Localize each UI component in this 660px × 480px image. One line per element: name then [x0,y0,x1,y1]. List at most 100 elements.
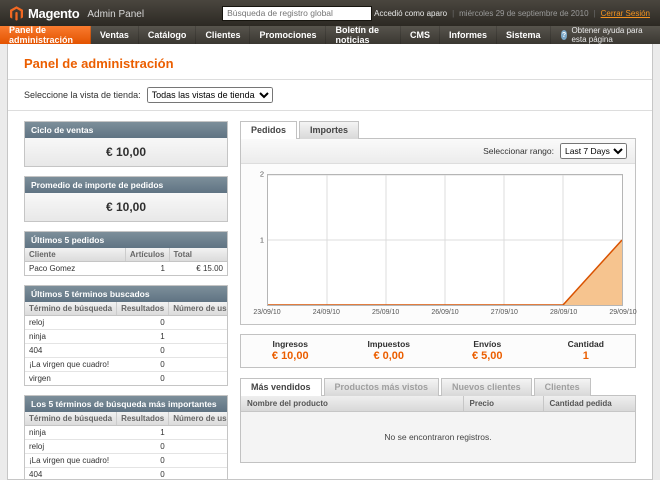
last-search-terms-card: Últimos 5 términos buscados Término de b… [24,285,228,386]
last-orders-title: Últimos 5 pedidos [25,232,227,248]
separator: | [452,9,454,18]
nav-item-informes[interactable]: Informes [440,26,497,44]
column-header: Término de búsqueda [25,302,117,316]
store-view-select[interactable]: Todas las vistas de tienda [147,87,273,103]
x-tick-label: 23/09/10 [253,309,280,316]
x-tick-label: 28/09/10 [550,309,577,316]
column-header: Cliente [25,248,125,262]
last-orders-card: Últimos 5 pedidos Cliente Artículos Tota… [24,231,228,276]
products-tabs: Más vendidos Productos más vistos Nuevos… [240,378,636,396]
tab-pedidos[interactable]: Pedidos [240,121,297,139]
x-tick-label: 25/09/10 [372,309,399,316]
header-user-block: Accedió como aparo | miércoles 29 de sep… [374,9,650,18]
column-header: Cantidad pedida [543,396,635,412]
column-header: Artículos [125,248,169,262]
y-tick-label: 1 [260,236,264,245]
y-tick-label: 2 [260,170,264,179]
total-envios: Envíos € 5,00 [438,335,537,367]
total-ingresos: Ingresos € 10,00 [241,335,340,367]
table-row[interactable]: ¡La virgen que cuadro! 0 2 [25,454,228,468]
store-view-label: Seleccione la vista de tienda: [24,90,141,100]
empty-message: No se encontraron registros. [241,412,635,462]
tab-importes[interactable]: Importes [299,121,359,139]
range-bar: Seleccionar rango: Last 7 Days [241,139,635,164]
table-row[interactable]: Paco Gomez 1 € 15.00 [25,262,227,276]
table-row[interactable]: ninja 1 10 [25,330,228,344]
column-header: Nombre del producto [241,396,463,412]
last-search-terms-table: Término de búsqueda Resultados Número de… [25,302,228,385]
global-search-input[interactable] [222,6,372,21]
table-row[interactable]: 404 0 1 [25,344,228,358]
nav-item-ventas[interactable]: Ventas [91,26,139,44]
table-row[interactable]: reloj 0 2 [25,316,228,330]
x-tick-label: 24/09/10 [313,309,340,316]
table-row[interactable]: 404 0 1 [25,468,228,480]
average-orders-title: Promedio de importe de pedidos [25,177,227,193]
total-cantidad: Cantidad 1 [537,335,636,367]
nav-item-promociones[interactable]: Promociones [250,26,326,44]
lifetime-sales-card: Ciclo de ventas € 10,00 [24,121,228,167]
column-header: Número de usos [169,412,228,426]
current-date: miércoles 29 de septiembre de 2010 [459,9,588,18]
help-label: Obtener ayuda para esta página [571,26,650,44]
last-search-terms-title: Últimos 5 términos buscados [25,286,227,302]
chart-panel: Seleccionar rango: Last 7 Days 12 23/09/… [240,138,636,325]
table-row[interactable]: virgen 0 1 [25,372,228,386]
logo-subtitle: Admin Panel [87,7,144,20]
last-orders-table: Cliente Artículos Total Paco Gomez 1 € 1… [25,248,227,275]
table-row[interactable]: reloj 0 2 [25,440,228,454]
column-header: Número de usos [169,302,228,316]
logged-in-as: Accedió como aparo [374,9,447,18]
tab-mas-vendidos[interactable]: Más vendidos [240,378,322,396]
nav-item-sistema[interactable]: Sistema [497,26,551,44]
table-row[interactable]: ¡La virgen que cuadro! 0 2 [25,358,228,372]
content-wrapper: Panel de administración Seleccione la vi… [7,44,653,480]
nav-item-clientes[interactable]: Clientes [196,26,250,44]
orders-chart: 12 23/09/1024/09/1025/09/1026/09/1027/09… [241,164,635,324]
top-search-terms-card: Los 5 términos de búsqueda más important… [24,395,228,480]
page-help-link[interactable]: ? Obtener ayuda para esta página [551,26,660,44]
column-header: Resultados [117,412,169,426]
logout-link[interactable]: Cerrar Sesión [601,9,650,18]
average-orders-value: € 10,00 [25,193,227,221]
logo-text: Magento [28,6,79,21]
nav-item-catalogo[interactable]: Catálogo [139,26,197,44]
page-title: Panel de administración [8,44,652,79]
top-search-terms-title: Los 5 términos de búsqueda más important… [25,396,227,412]
tab-productos-mas-vistos: Productos más vistos [324,378,440,396]
lifetime-sales-title: Ciclo de ventas [25,122,227,138]
chart-plot-area [267,174,623,306]
lifetime-sales-value: € 10,00 [25,138,227,166]
total-impuestos: Impuestos € 0,00 [340,335,439,367]
products-section: Más vendidos Productos más vistos Nuevos… [240,378,636,463]
x-tick-label: 29/09/10 [609,309,636,316]
column-header: Precio [463,396,543,412]
nav-item-dashboard[interactable]: Panel de administración [0,26,91,44]
store-view-row: Seleccione la vista de tienda: Todas las… [8,80,652,111]
help-icon: ? [561,30,568,40]
column-header: Total [169,248,227,262]
nav-item-cms[interactable]: CMS [401,26,440,44]
totals-bar: Ingresos € 10,00 Impuestos € 0,00 Envíos… [240,334,636,368]
x-tick-label: 27/09/10 [491,309,518,316]
column-header: Resultados [117,302,169,316]
column-header: Término de búsqueda [25,412,117,426]
table-row[interactable]: ninja 1 10 [25,426,228,440]
range-select[interactable]: Last 7 Days [560,143,627,159]
chart-tabs: Pedidos Importes [240,121,636,139]
magento-logo: Magento Admin Panel [10,6,220,21]
chart-svg [268,175,622,305]
global-search-wrap [220,6,374,21]
products-table: Nombre del producto Precio Cantidad pedi… [241,396,635,462]
nav-item-boletin[interactable]: Boletín de noticias [326,26,401,44]
dashboard-main: Pedidos Importes Seleccionar rango: Last… [240,121,636,480]
products-table-wrap: Nombre del producto Precio Cantidad pedi… [240,395,636,463]
main-nav: Panel de administración Ventas Catálogo … [0,26,660,44]
separator: | [594,9,596,18]
tab-clientes: Clientes [534,378,591,396]
magento-logo-icon [10,6,23,21]
dashboard-sidebar: Ciclo de ventas € 10,00 Promedio de impo… [24,121,228,480]
average-orders-card: Promedio de importe de pedidos € 10,00 [24,176,228,222]
chart-x-axis: 23/09/1024/09/1025/09/1026/09/1027/09/10… [267,306,623,320]
chart-y-axis: 12 [253,174,267,306]
